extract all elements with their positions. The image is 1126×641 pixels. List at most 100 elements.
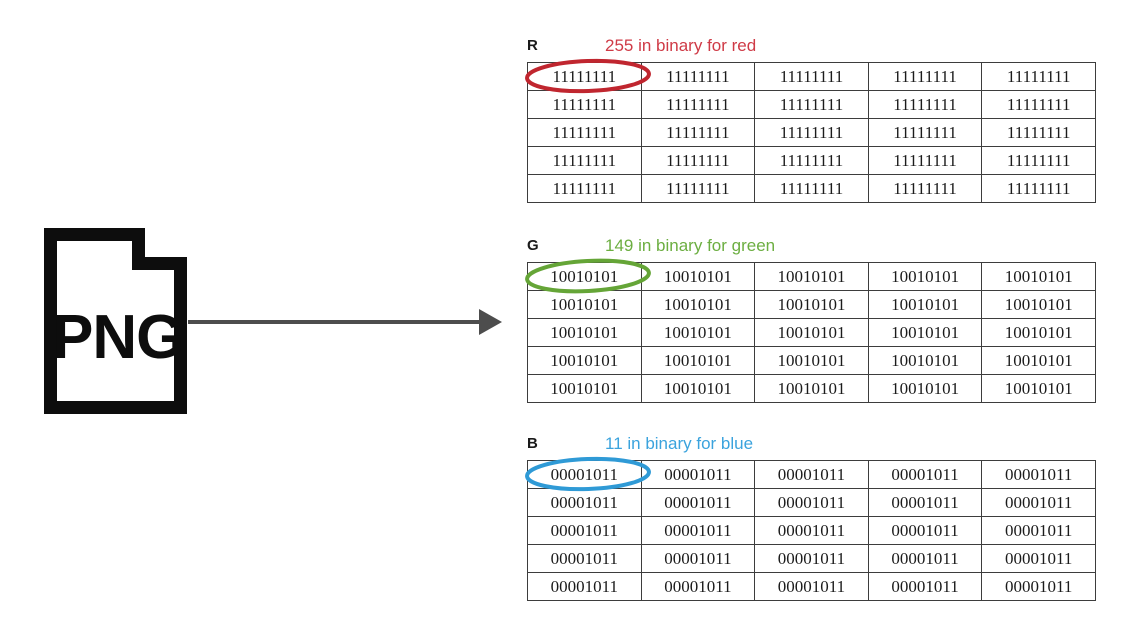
binary-cell: 11111111: [754, 90, 869, 119]
channel-header-blue: B 11 in binary for blue: [527, 434, 1096, 458]
binary-cell: 11111111: [754, 146, 869, 175]
binary-cell: 11111111: [754, 174, 869, 203]
binary-cell: 11111111: [640, 90, 756, 119]
binary-cell: 11111111: [754, 118, 869, 147]
binary-grid-blue: 00001011 00001011 00001011 00001011 0000…: [527, 460, 1096, 601]
channel-letter-blue: B: [527, 435, 539, 452]
table-row: 10010101 10010101 10010101 10010101 1001…: [527, 318, 1096, 347]
table-row: 10010101 10010101 10010101 10010101 1001…: [527, 262, 1096, 291]
channel-caption-green: 149 in binary for green: [605, 236, 776, 255]
binary-grid-wrapper-green: 10010101 10010101 10010101 10010101 1001…: [525, 258, 1096, 403]
channel-letter-green: G: [527, 237, 539, 254]
binary-cell: 10010101: [527, 318, 642, 347]
binary-cell: 00001011: [981, 488, 1096, 517]
binary-cell: 11111111: [527, 62, 642, 91]
binary-cell: 10010101: [640, 318, 756, 347]
png-icon-label: PNG: [52, 303, 183, 372]
binary-cell: 00001011: [640, 460, 756, 489]
binary-cell: 00001011: [981, 544, 1096, 573]
table-row: 11111111 11111111 11111111 11111111 1111…: [527, 146, 1096, 175]
table-row: 00001011 00001011 00001011 00001011 0000…: [527, 488, 1096, 517]
binary-cell: 11111111: [527, 174, 642, 203]
binary-cell: 11111111: [527, 146, 642, 175]
binary-grid-wrapper-red: 11111111 11111111 11111111 11111111 1111…: [525, 58, 1096, 203]
binary-cell: 00001011: [981, 460, 1096, 489]
table-row: 11111111 11111111 11111111 11111111 1111…: [527, 174, 1096, 203]
binary-cell: 10010101: [981, 290, 1096, 319]
binary-cell: 10010101: [754, 346, 869, 375]
binary-cell: 00001011: [981, 572, 1096, 601]
binary-cell: 11111111: [867, 62, 983, 91]
binary-cell: 11111111: [640, 146, 756, 175]
binary-cell: 10010101: [754, 262, 869, 291]
binary-cell: 00001011: [640, 516, 756, 545]
binary-cell: 11111111: [867, 174, 983, 203]
binary-cell: 11111111: [981, 174, 1096, 203]
channel-block-red: R 255 in binary for red 11111111 1111111…: [525, 36, 1096, 203]
channel-block-green: G 149 in binary for green 10010101 10010…: [525, 236, 1096, 403]
binary-cell: 10010101: [867, 290, 983, 319]
binary-cell: 10010101: [867, 318, 983, 347]
binary-cell: 00001011: [754, 488, 869, 517]
channel-block-blue: B 11 in binary for blue 00001011 0000101…: [525, 434, 1096, 601]
binary-cell: 10010101: [640, 374, 756, 403]
binary-cell: 10010101: [527, 374, 642, 403]
binary-cell: 11111111: [981, 62, 1096, 91]
table-row: 10010101 10010101 10010101 10010101 1001…: [527, 290, 1096, 319]
binary-cell: 10010101: [754, 290, 869, 319]
binary-cell: 10010101: [867, 346, 983, 375]
binary-cell: 10010101: [754, 374, 869, 403]
binary-cell: 10010101: [981, 262, 1096, 291]
binary-cell: 10010101: [640, 262, 756, 291]
binary-cell: 11111111: [527, 118, 642, 147]
binary-cell: 10010101: [867, 262, 983, 291]
binary-cell: 00001011: [527, 460, 642, 489]
binary-cell: 10010101: [640, 346, 756, 375]
table-row: 00001011 00001011 00001011 00001011 0000…: [527, 544, 1096, 573]
binary-cell: 00001011: [754, 572, 869, 601]
binary-cell: 00001011: [640, 488, 756, 517]
table-row: 00001011 00001011 00001011 00001011 0000…: [527, 516, 1096, 545]
table-row: 10010101 10010101 10010101 10010101 1001…: [527, 346, 1096, 375]
binary-cell: 00001011: [754, 544, 869, 573]
binary-cell: 00001011: [527, 544, 642, 573]
binary-cell: 10010101: [527, 290, 642, 319]
binary-cell: 00001011: [867, 488, 983, 517]
binary-cell: 00001011: [981, 516, 1096, 545]
binary-cell: 00001011: [867, 516, 983, 545]
binary-cell: 11111111: [981, 118, 1096, 147]
arrow-head: [479, 309, 502, 335]
binary-grid-wrapper-blue: 00001011 00001011 00001011 00001011 0000…: [525, 456, 1096, 601]
table-row: 11111111 11111111 11111111 11111111 1111…: [527, 90, 1096, 119]
binary-cell: 10010101: [527, 262, 642, 291]
binary-cell: 11111111: [754, 62, 869, 91]
binary-cell: 00001011: [867, 572, 983, 601]
binary-cell: 00001011: [867, 544, 983, 573]
table-row: 00001011 00001011 00001011 00001011 0000…: [527, 460, 1096, 489]
png-file-icon: PNG: [44, 228, 196, 414]
table-row: 11111111 11111111 11111111 11111111 1111…: [527, 62, 1096, 91]
table-row: 00001011 00001011 00001011 00001011 0000…: [527, 572, 1096, 601]
binary-cell: 11111111: [640, 62, 756, 91]
binary-cell: 00001011: [754, 516, 869, 545]
binary-cell: 10010101: [527, 346, 642, 375]
binary-cell: 00001011: [527, 572, 642, 601]
binary-cell: 11111111: [640, 118, 756, 147]
table-row: 10010101 10010101 10010101 10010101 1001…: [527, 374, 1096, 403]
binary-cell: 00001011: [754, 460, 869, 489]
binary-cell: 11111111: [981, 146, 1096, 175]
binary-cell: 10010101: [867, 374, 983, 403]
binary-cell: 10010101: [981, 318, 1096, 347]
binary-cell: 00001011: [640, 572, 756, 601]
binary-grid-red: 11111111 11111111 11111111 11111111 1111…: [527, 62, 1096, 203]
flow-arrow: [186, 303, 506, 341]
channel-caption-blue: 11 in binary for blue: [605, 434, 754, 453]
channel-letter-red: R: [527, 37, 539, 54]
binary-cell: 10010101: [981, 374, 1096, 403]
binary-cell: 00001011: [867, 460, 983, 489]
binary-cell: 11111111: [867, 90, 983, 119]
binary-cell: 11111111: [867, 146, 983, 175]
binary-cell: 10010101: [754, 318, 869, 347]
binary-cell: 00001011: [640, 544, 756, 573]
binary-cell: 11111111: [981, 90, 1096, 119]
